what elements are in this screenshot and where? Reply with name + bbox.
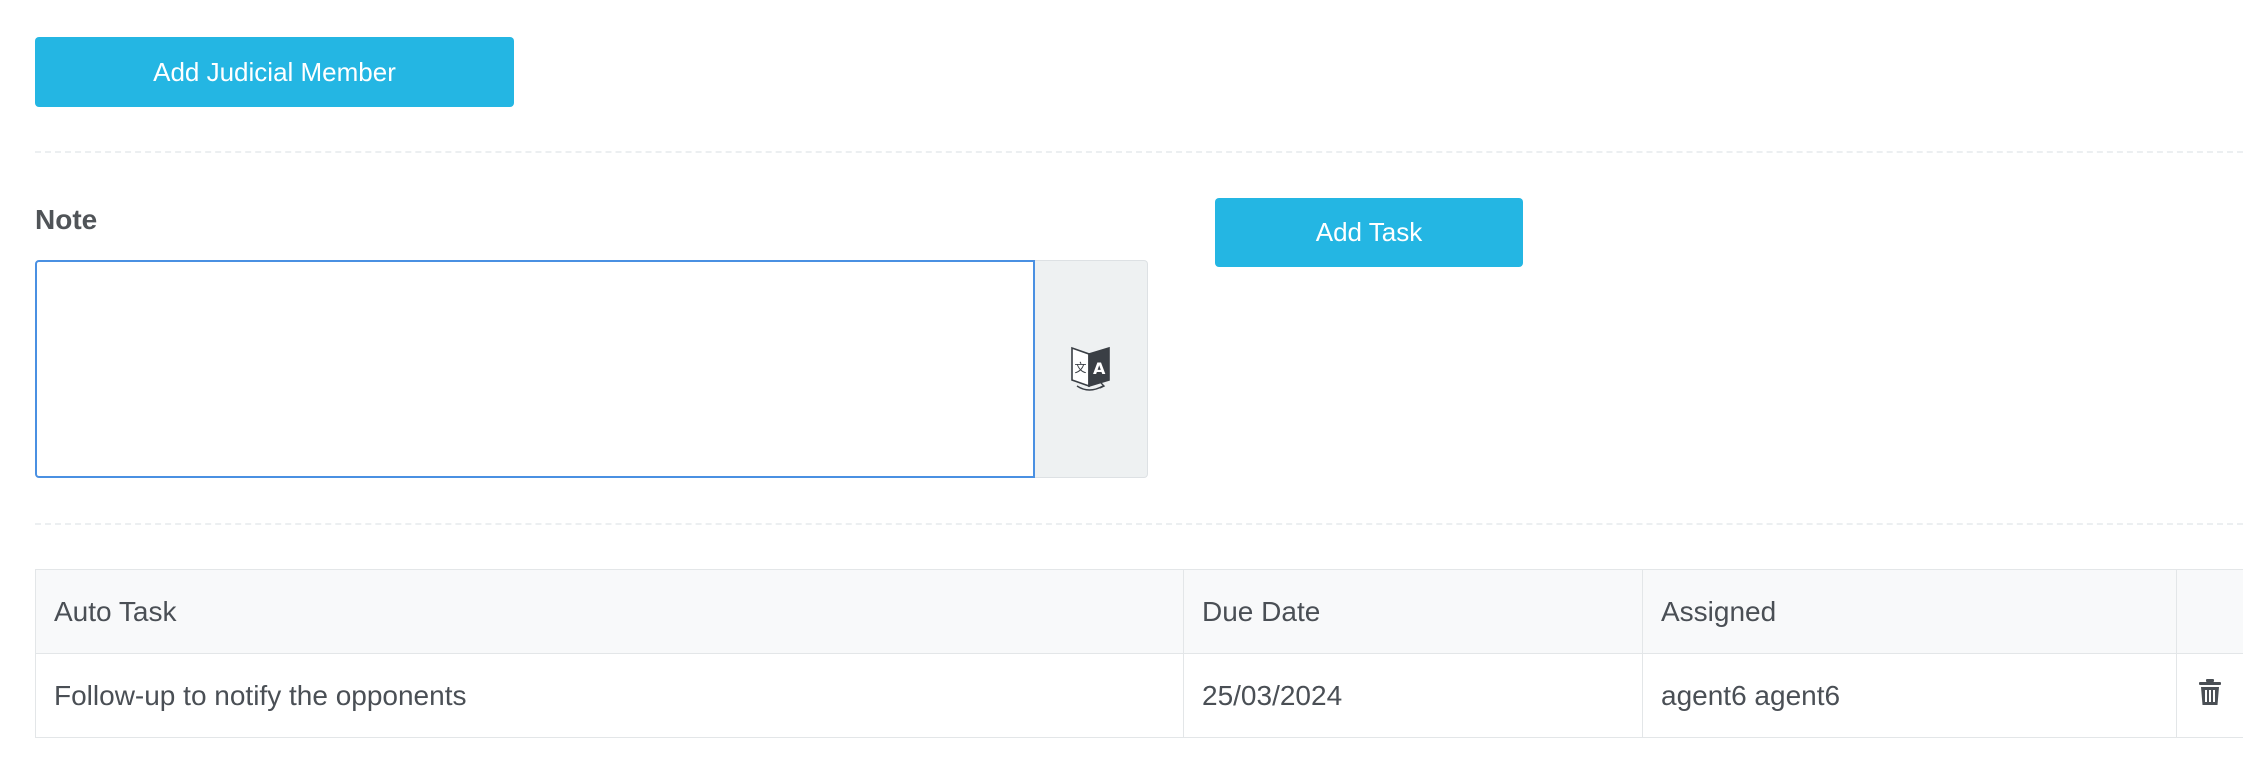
- column-header-due-date: Due Date: [1183, 569, 1643, 654]
- column-header-actions: [2176, 569, 2243, 654]
- delete-task-button[interactable]: [2198, 678, 2222, 706]
- svg-text:A: A: [1093, 359, 1106, 378]
- trash-icon: [2199, 679, 2221, 705]
- svg-text:文: 文: [1075, 360, 1087, 375]
- translate-icon: 文 A: [1071, 346, 1110, 391]
- task-name-cell: Follow-up to notify the opponents: [35, 653, 1184, 738]
- note-label: Note: [35, 204, 98, 235]
- row-actions-cell: [2176, 653, 2243, 738]
- due-date-cell: 25/03/2024: [1183, 653, 1643, 738]
- assigned-cell: agent6 agent6: [1642, 653, 2177, 738]
- add-judicial-member-button[interactable]: Add Judicial Member: [35, 37, 514, 107]
- add-task-button[interactable]: Add Task: [1215, 198, 1523, 267]
- section-divider: [35, 523, 2243, 525]
- translate-button[interactable]: 文 A: [1035, 260, 1148, 478]
- tasks-table: Auto Task Due Date Assigned Follow-up to…: [35, 569, 2243, 738]
- section-divider: [35, 151, 2243, 153]
- table-header-row: Auto Task Due Date Assigned: [35, 569, 2243, 654]
- table-row: Follow-up to notify the opponents 25/03/…: [35, 653, 2243, 738]
- column-header-assigned: Assigned: [1642, 569, 2177, 654]
- note-textarea[interactable]: [35, 260, 1035, 478]
- column-header-auto-task: Auto Task: [35, 569, 1184, 654]
